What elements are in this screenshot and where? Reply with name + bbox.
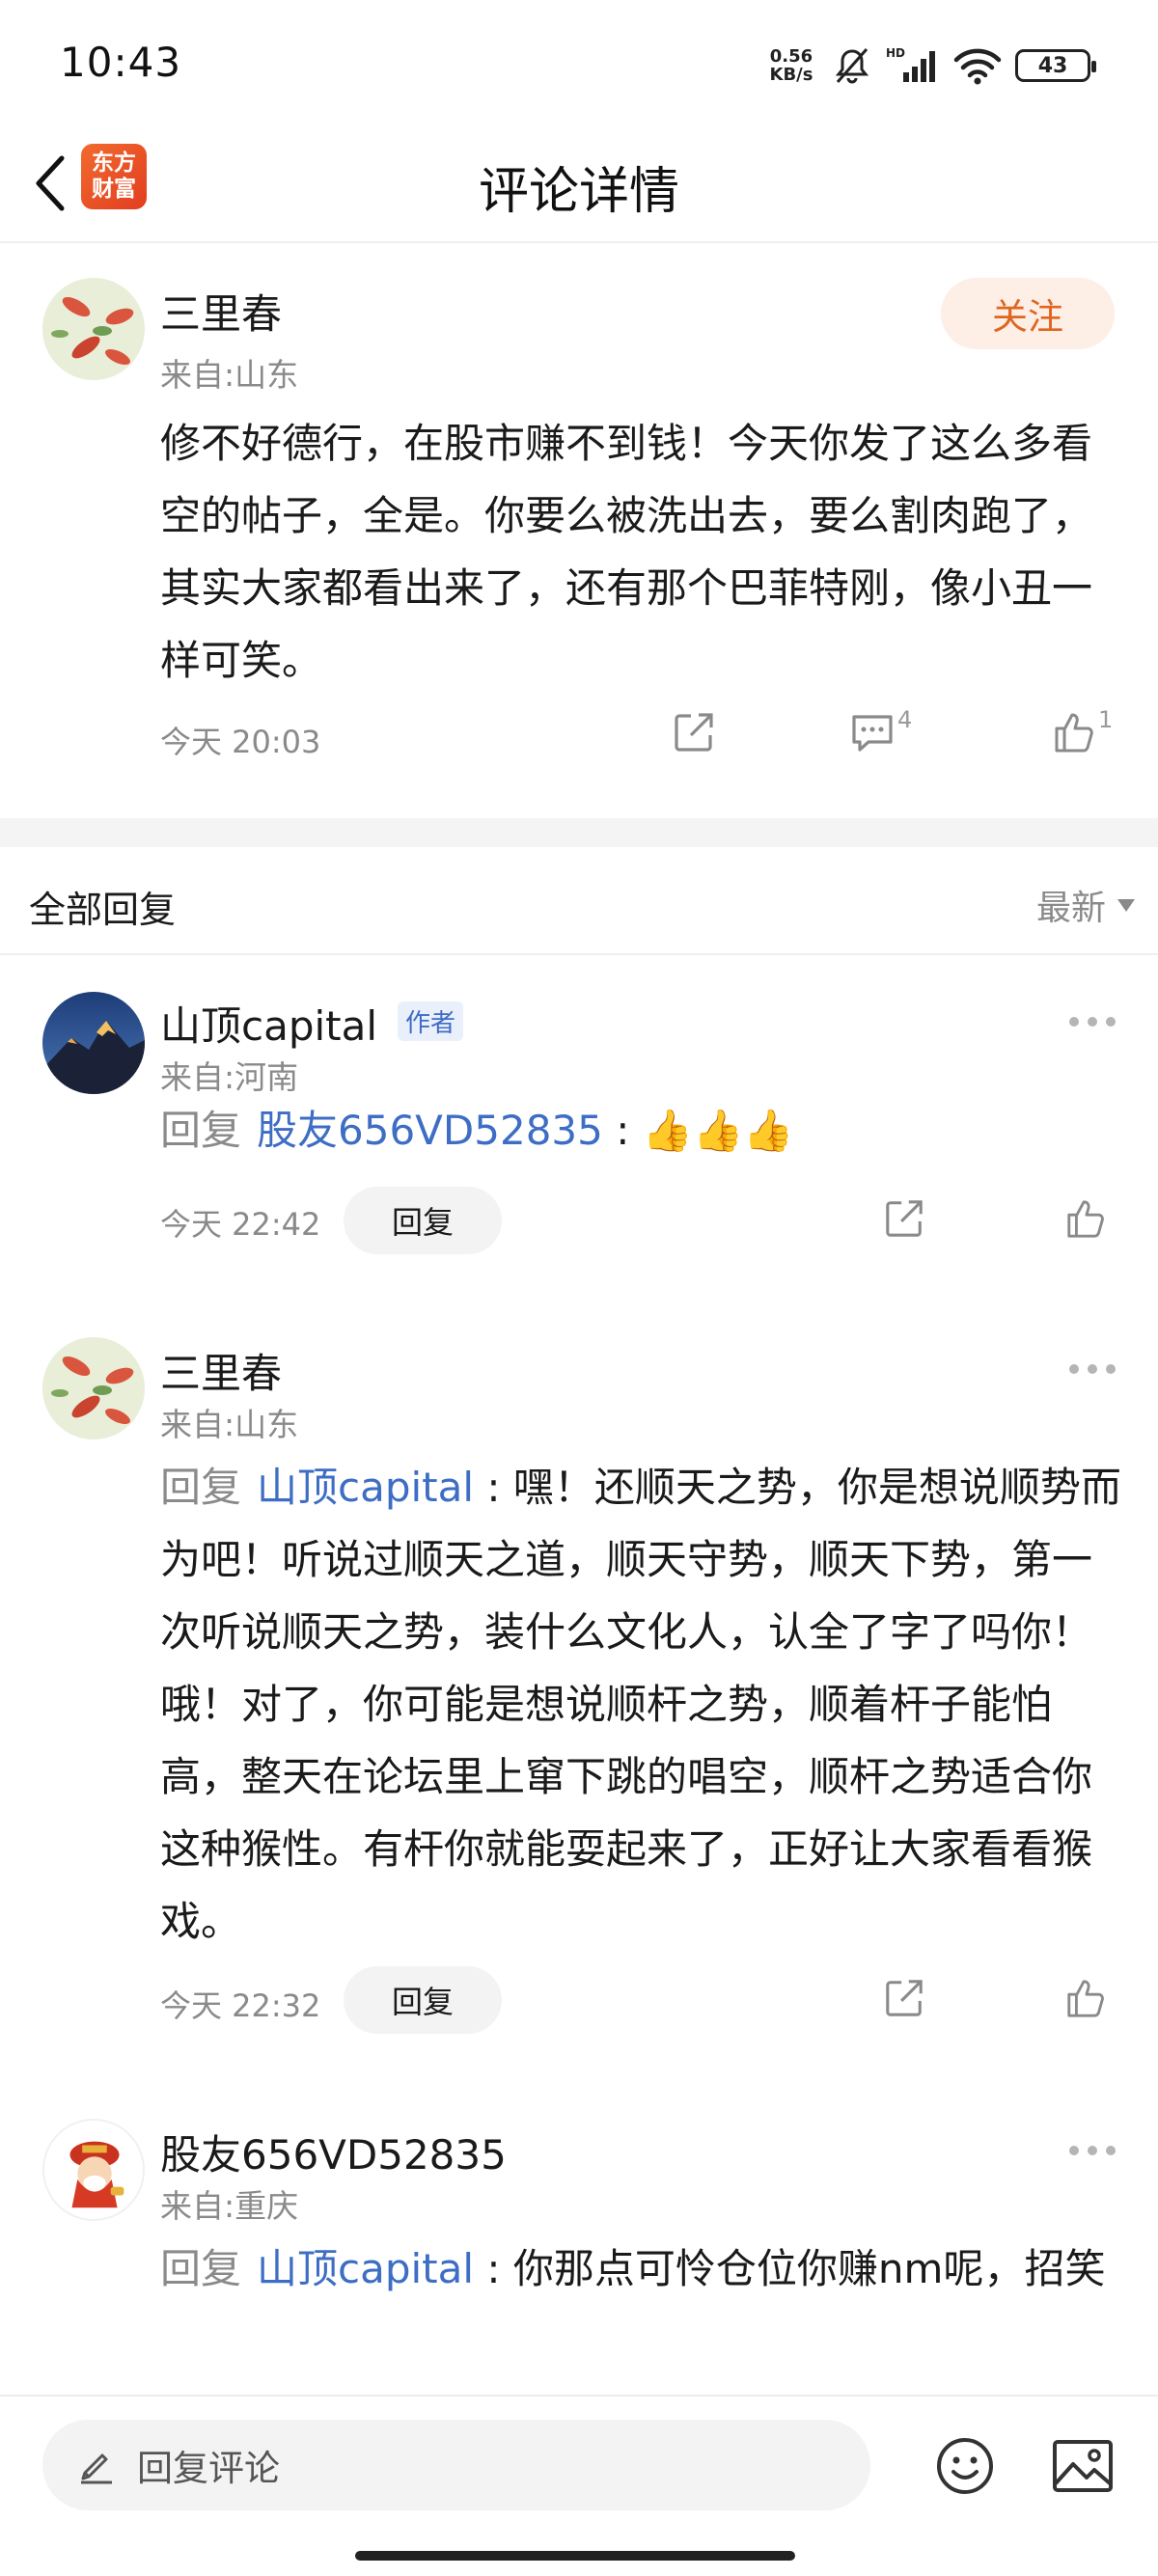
- author-name[interactable]: 三里春: [160, 282, 282, 341]
- reply-text: 回复 股友656VD52835 : 👍👍👍: [160, 1107, 794, 1154]
- image-button[interactable]: [1050, 2435, 1116, 2497]
- share-button[interactable]: [880, 1194, 928, 1243]
- author-location: 来自:山东: [160, 356, 299, 394]
- reply-target[interactable]: 山顶capital: [257, 2245, 474, 2292]
- status-icons: 0.56 KB/s HD 43: [764, 42, 1096, 89]
- share-icon: [886, 1980, 923, 2016]
- comment-text: 修不好德行，在股市赚不到钱！今天你发了这么多看空的帖子，全是。你要么被洗出去，要…: [160, 420, 1093, 684]
- page-title: 评论详情: [478, 163, 679, 221]
- author-location: 来自:重庆: [160, 2187, 299, 2225]
- like-button[interactable]: [1062, 1974, 1110, 2022]
- pencil-icon: [81, 2453, 112, 2484]
- bottom-bar: 回复评论: [0, 2395, 1158, 2576]
- thumbs-up-icon: [1055, 713, 1093, 753]
- thumbs-up-icon: [1067, 1980, 1104, 2017]
- more-options-button[interactable]: [1069, 2146, 1116, 2155]
- avatar[interactable]: [42, 992, 145, 1094]
- reply-content: 你那点可怜仓位你赚nm呢，招笑: [512, 2245, 1106, 2292]
- reply-button[interactable]: 回复: [344, 1187, 502, 1254]
- more-options-button[interactable]: [1069, 1364, 1116, 1374]
- reply-prefix: 回复: [160, 2245, 242, 2292]
- reply-target[interactable]: 山顶capital: [257, 1464, 474, 1511]
- reply-prefix: 回复: [160, 1107, 242, 1154]
- fortune-god-avatar-image: [44, 2121, 143, 2219]
- sort-label: 最新: [1035, 889, 1106, 928]
- reply-time: 今天 22:42: [160, 1206, 321, 1243]
- top-nav: 东方 财富 评论详情: [0, 125, 1158, 243]
- comment-count: 4: [897, 706, 913, 733]
- dropdown-triangle-icon: [1117, 898, 1135, 912]
- author-name[interactable]: 三里春: [160, 1341, 282, 1400]
- like-count: 1: [1098, 706, 1114, 733]
- avatar[interactable]: [42, 2119, 145, 2221]
- status-time: 10:43: [60, 39, 182, 86]
- sort-dropdown[interactable]: 最新: [1036, 880, 1135, 930]
- author-location: 来自:河南: [160, 1058, 299, 1096]
- home-indicator[interactable]: [355, 2551, 795, 2561]
- mute-bell-icon: [835, 48, 869, 84]
- image-icon: [1053, 2440, 1113, 2492]
- fish-avatar-image: [42, 278, 145, 380]
- author-name[interactable]: 山顶capital: [160, 994, 377, 1053]
- battery-icon: 43: [1015, 49, 1096, 82]
- reply-item: 三里春 来自:山东 回复 山顶capital : 嘿！还顺天之势，你是想说顺势而为…: [0, 1293, 1158, 2074]
- share-button[interactable]: [670, 708, 718, 756]
- reply-item: 股友656VD52835 来自:重庆 回复 山顶capital : 你那点可怜仓位…: [0, 2074, 1158, 2395]
- author-name[interactable]: 股友656VD52835: [160, 2123, 507, 2181]
- net-speed: 0.56 KB/s: [769, 46, 813, 85]
- reply-item: 山顶capital 作者 来自:河南 回复 股友656VD52835 : 👍👍👍 …: [0, 955, 1158, 1293]
- author-badge: 作者: [398, 1001, 464, 1041]
- like-button[interactable]: [1050, 708, 1098, 756]
- reply-text: 回复 山顶capital : 嘿！还顺天之势，你是想说顺势而为吧！听说过顺天之道，…: [160, 1464, 1121, 1945]
- comment-time: 今天 20:03: [160, 724, 321, 760]
- comment-icon: [852, 715, 893, 752]
- reply-prefix: 回复: [160, 1464, 242, 1511]
- share-icon: [886, 1200, 923, 1237]
- mountain-avatar-image: [42, 992, 145, 1094]
- svg-text:HD: HD: [886, 46, 905, 60]
- author-location: 来自:山东: [160, 1406, 299, 1443]
- section-divider: [0, 818, 1158, 847]
- replies-header: 全部回复 最新: [0, 847, 1158, 955]
- share-button[interactable]: [880, 1974, 928, 2022]
- follow-button[interactable]: 关注: [941, 278, 1115, 349]
- hd-signal-icon: HD: [886, 46, 935, 82]
- avatar[interactable]: [42, 1337, 145, 1439]
- more-options-button[interactable]: [1069, 1017, 1116, 1027]
- emoji-button[interactable]: [932, 2433, 998, 2499]
- comment-detail-page: 10:43 0.56 KB/s HD 43 东方 财富 评论详情 三里春 来自:…: [0, 0, 1158, 2576]
- reply-content: 👍👍👍: [642, 1107, 794, 1154]
- avatar[interactable]: [42, 278, 145, 380]
- wifi-icon: [953, 48, 1002, 85]
- reply-content: 嘿！还顺天之势，你是想说顺势而为吧！听说过顺天之道，顺天守势，顺天下势，第一次听…: [160, 1464, 1121, 1945]
- smiley-icon: [937, 2438, 993, 2494]
- reply-target[interactable]: 股友656VD52835: [257, 1107, 603, 1154]
- main-comment: 三里春 来自:山东 关注 修不好德行，在股市赚不到钱！今天你发了这么多看空的帖子…: [0, 243, 1158, 818]
- all-replies-title: 全部回复: [29, 889, 177, 931]
- status-bar: 10:43 0.56 KB/s HD 43: [0, 0, 1158, 125]
- like-button[interactable]: [1062, 1194, 1110, 1243]
- reply-button[interactable]: 回复: [344, 1966, 502, 2034]
- reply-input[interactable]: 回复评论: [42, 2420, 870, 2510]
- reply-text: 回复 山顶capital : 你那点可怜仓位你赚nm呢，招笑: [160, 2245, 1106, 2292]
- reply-input-placeholder: 回复评论: [137, 2448, 280, 2489]
- share-icon: [675, 713, 713, 752]
- thumbs-up-icon: [1067, 1200, 1104, 1238]
- fish-avatar-image: [42, 1337, 145, 1439]
- reply-time: 今天 22:32: [160, 1987, 321, 2024]
- comment-count-button[interactable]: [847, 710, 897, 756]
